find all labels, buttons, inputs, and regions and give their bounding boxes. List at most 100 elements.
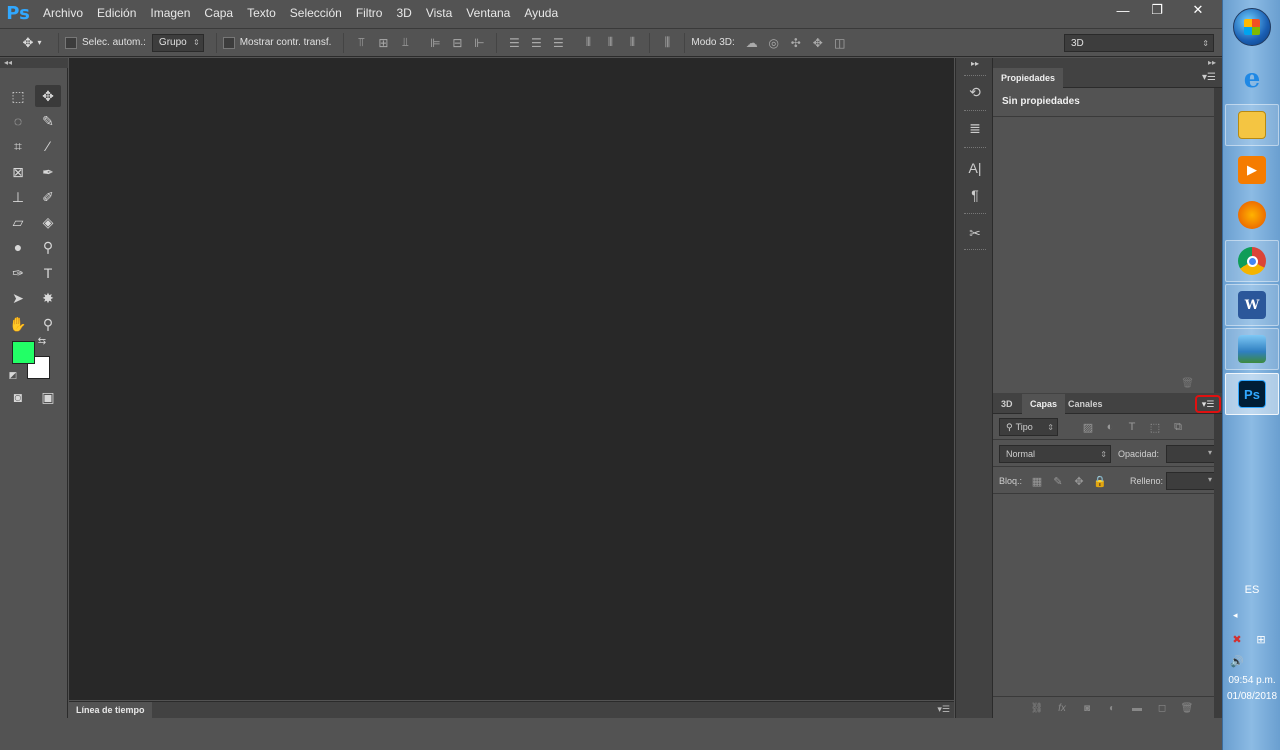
eyedropper-tool-icon[interactable]: ⁄ [35,135,61,157]
lock-pixels-icon[interactable]: ✎ [1050,473,1066,489]
start-button[interactable] [1233,8,1271,46]
close-button[interactable]: ✕ [1174,0,1222,20]
taskbar-chrome[interactable] [1225,240,1279,282]
roll-3d-icon[interactable]: ◎ [765,34,783,52]
move-tool-icon[interactable]: ✥ [35,85,61,107]
menu-imagen[interactable]: Imagen [143,0,197,27]
menu-filtro[interactable]: Filtro [349,0,390,27]
blend-mode-dropdown[interactable]: Normal [999,445,1111,463]
slide-3d-icon[interactable]: ✥ [809,34,827,52]
quick-mask-icon[interactable]: ◙ [5,386,31,408]
layer-style-icon[interactable]: fx [1054,700,1070,716]
menu-archivo[interactable]: Archivo [36,0,90,27]
auto-align-icon[interactable]: ⫼ [658,34,676,52]
network-icon[interactable]: ⊞ [1253,632,1269,646]
tab-capas[interactable]: Capas [1022,394,1066,414]
filter-type-icon[interactable]: T [1124,419,1140,435]
crop-tool-icon[interactable]: ⌗ [5,135,31,157]
history-brush-tool-icon[interactable]: ✐ [35,186,61,208]
path-select-tool-icon[interactable]: ➤ [5,287,31,309]
taskbar-media-player[interactable]: ▶ [1225,149,1279,191]
lasso-tool-icon[interactable]: ◌ [5,110,31,132]
taskbar-file-explorer[interactable] [1225,104,1279,146]
taskbar-firefox[interactable] [1225,194,1279,236]
menu-vista[interactable]: Vista [419,0,459,27]
brush-tool-icon[interactable]: ✒ [35,161,61,183]
distribute-left-icon[interactable]: ⫴ [579,34,597,52]
taskbar-internet-explorer[interactable]: e [1225,58,1279,100]
collapse-panels-icon[interactable]: ▸▸ [993,58,1222,68]
taskbar-photo-viewer[interactable] [1225,328,1279,370]
paint-bucket-tool-icon[interactable]: ◈ [35,211,61,233]
blur-tool-icon[interactable]: ● [5,236,31,258]
clock-date[interactable]: 01/08/2018 [1223,691,1280,702]
clock-time[interactable]: 09:54 p.m. [1223,675,1280,686]
menu-ayuda[interactable]: Ayuda [517,0,565,27]
screen-mode-icon[interactable]: ▣ [35,386,61,408]
taskbar-word[interactable]: W [1225,284,1279,326]
orbit-3d-icon[interactable]: ☁ [743,34,761,52]
distribute-bottom-icon[interactable]: ☰ [549,34,567,52]
minimize-button[interactable]: — [1106,0,1140,20]
zoom-tool-icon[interactable]: ⚲ [35,313,61,335]
new-adjustment-icon[interactable]: ◐ [1104,700,1120,716]
show-hidden-icons-arrow[interactable]: ◂ [1233,610,1238,621]
filter-smart-object-icon[interactable]: ⧉ [1170,419,1186,435]
tab-canales[interactable]: Canales [1060,394,1111,414]
layer-filter-kind-dropdown[interactable]: ⚲ Tipo [999,418,1058,436]
tab-3d[interactable]: 3D [993,394,1021,414]
tool-presets-panel-icon[interactable]: ✂ [962,221,988,245]
lock-position-icon[interactable]: ✥ [1071,473,1087,489]
taskbar-photoshop[interactable]: Ps [1225,373,1279,415]
filter-adjustment-icon[interactable]: ◐ [1102,419,1118,435]
timeline-tab[interactable]: Línea de tiempo [69,702,152,719]
menu-ventana[interactable]: Ventana [459,0,517,27]
panel-menu-icon[interactable]: ▾☰ [1202,72,1216,83]
marquee-tool-icon[interactable]: ⬚ [5,85,31,107]
align-bottom-icon[interactable]: ⫫ [396,34,414,52]
adjustments-panel-icon[interactable]: ≣ [962,116,988,140]
lock-all-icon[interactable]: 🔒 [1092,473,1108,489]
paragraph-panel-icon[interactable]: ¶ [962,183,988,207]
delete-layer-icon[interactable]: 🗑 [1179,700,1195,716]
add-mask-icon[interactable]: ◙ [1079,700,1095,716]
pen-tool-icon[interactable]: ✑ [5,262,31,284]
auto-select-checkbox[interactable] [65,36,77,49]
tab-propiedades[interactable]: Propiedades [993,68,1064,88]
opacity-input[interactable] [1166,445,1216,463]
document-canvas-area[interactable] [69,58,954,700]
menu-3d[interactable]: 3D [389,0,418,27]
swap-colors-icon[interactable]: ⇆ [35,334,49,348]
trash-icon[interactable]: 🗑 [1181,378,1194,389]
workspace-dropdown[interactable]: 3D [1064,34,1214,52]
distribute-vcenter-icon[interactable]: ☰ [527,34,545,52]
default-colors-icon[interactable]: ◩ [6,368,20,382]
tool-preset-picker[interactable]: ✥ ▾ [12,35,52,51]
scale-3d-icon[interactable]: ◫ [831,34,849,52]
healing-brush-tool-icon[interactable]: ⊠ [5,161,31,183]
pan-3d-icon[interactable]: ✣ [787,34,805,52]
dodge-tool-icon[interactable]: ⚲ [35,236,61,258]
auto-select-dropdown[interactable]: Grupo [151,33,204,52]
input-language-indicator[interactable]: ES [1223,584,1280,596]
properties-scrollbar[interactable] [1214,88,1222,393]
history-panel-icon[interactable]: ⟲ [962,80,988,104]
align-right-icon[interactable]: ⊩ [470,34,488,52]
new-layer-icon[interactable]: ◻ [1154,700,1170,716]
align-vcenter-icon[interactable]: ⊞ [374,34,392,52]
menu-edicion[interactable]: Edición [90,0,143,27]
layers-panel-menu-icon[interactable]: ▾☰ [1195,395,1221,413]
panel-menu-icon[interactable]: ▾☰ [937,704,950,715]
tools-collapse-button[interactable]: ◂◂ [0,58,68,68]
menu-seleccion[interactable]: Selección [283,0,349,27]
fill-input[interactable] [1166,472,1216,490]
distribute-top-icon[interactable]: ☰ [505,34,523,52]
expand-panels-icon[interactable]: ▸▸ [962,58,988,68]
quick-select-tool-icon[interactable]: ✎ [35,110,61,132]
show-transform-checkbox[interactable] [222,36,235,49]
distribute-right-icon[interactable]: ⫴ [623,34,641,52]
filter-shape-icon[interactable]: ⬚ [1147,419,1163,435]
align-hcenter-icon[interactable]: ⊟ [448,34,466,52]
filter-pixel-icon[interactable]: ▨ [1080,419,1096,435]
volume-icon[interactable]: 🔊 [1229,654,1245,668]
